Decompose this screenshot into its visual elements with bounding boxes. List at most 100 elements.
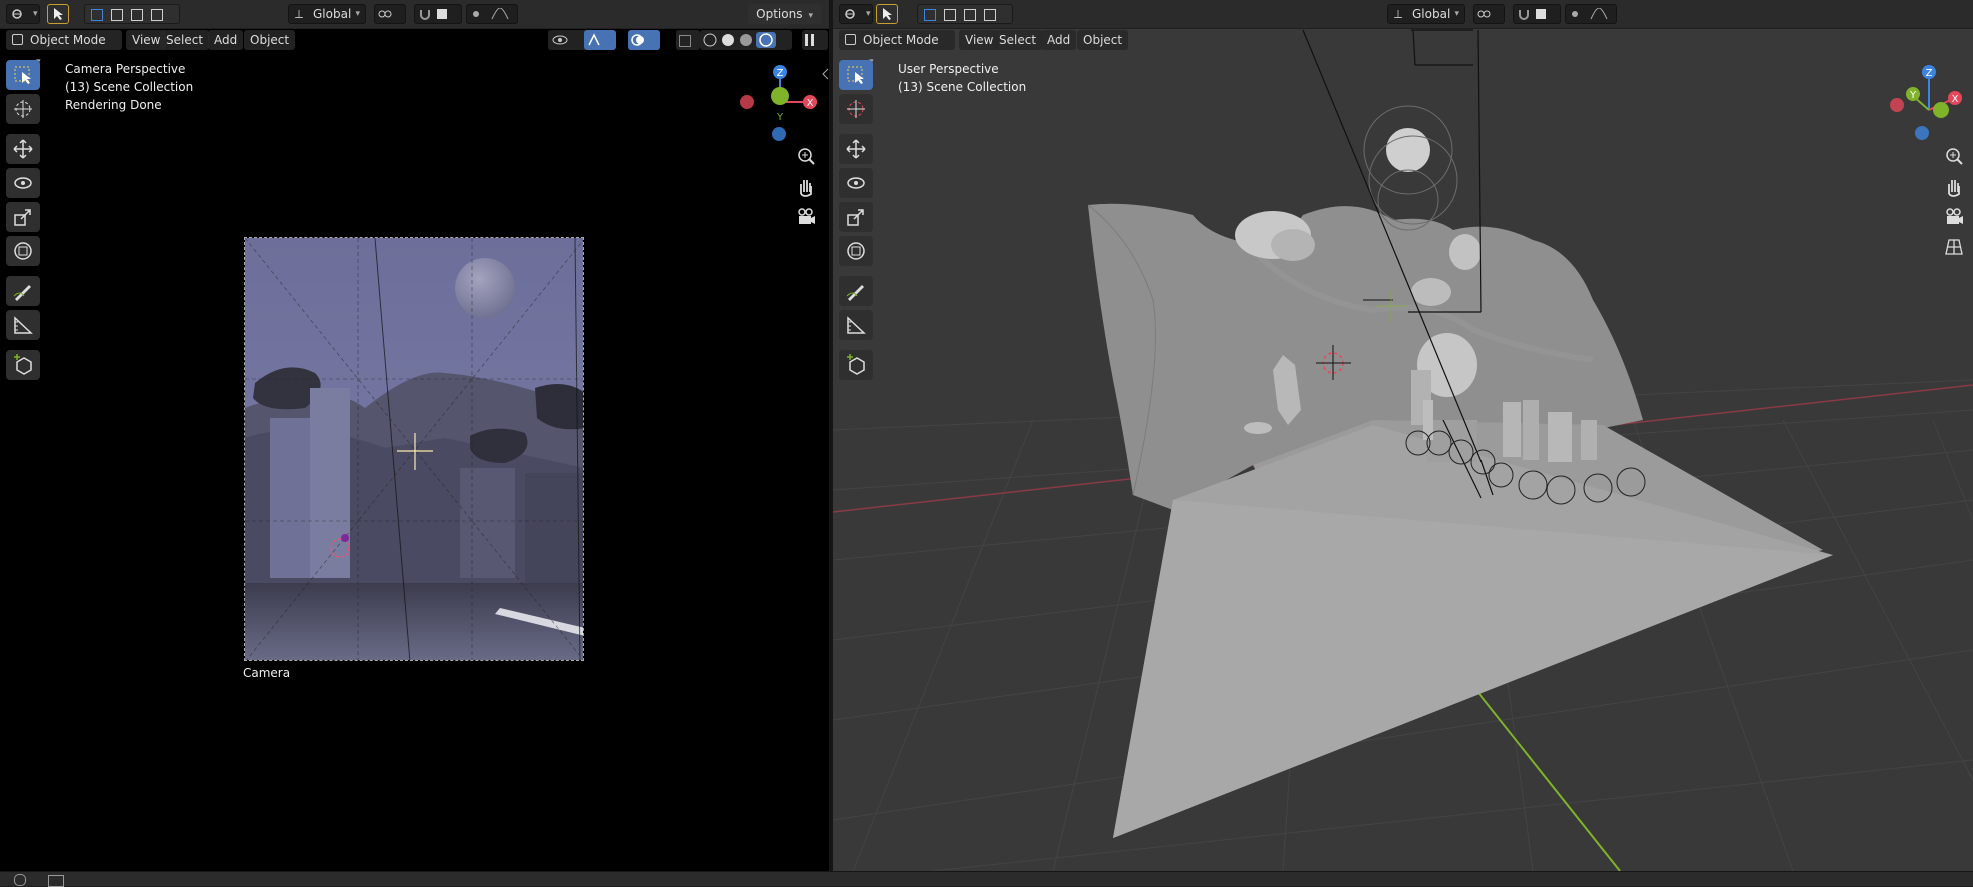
outliner-icon[interactable] <box>48 875 64 887</box>
add-menu[interactable]: Add <box>208 30 244 50</box>
select-tool-button[interactable] <box>47 4 69 24</box>
editor-type-button[interactable]: ▾ <box>6 4 40 24</box>
transform-tool[interactable] <box>839 236 873 266</box>
navigation-gizmo[interactable]: Z X Y <box>735 60 825 150</box>
shading-mode-group[interactable] <box>700 30 792 50</box>
right-viewport-info: User Perspective (13) Scene Collection <box>898 60 1026 96</box>
pause-render-button[interactable] <box>802 30 828 50</box>
scale-tool[interactable] <box>6 202 40 232</box>
right-tool-header: ▾ ⟂ Global ▾ <box>833 0 1973 29</box>
pivot-point-dropdown[interactable] <box>374 4 406 24</box>
proportional-edit-dropdown[interactable] <box>1565 4 1617 24</box>
measure-icon <box>847 316 866 334</box>
left-viewport[interactable]: ▾ ⟂ Global ▾ Options ▾ Object Mode View … <box>0 0 829 871</box>
transform-icon <box>14 242 32 260</box>
measure-tool[interactable] <box>839 310 873 340</box>
hand-icon <box>1948 180 1960 197</box>
ortho-toggle-button[interactable] <box>1941 234 1967 260</box>
transform-icon <box>847 242 865 260</box>
select-invert-icon <box>151 9 163 21</box>
rotate-tool[interactable] <box>6 168 40 198</box>
object-menu[interactable]: Object <box>244 30 296 50</box>
editor-type-button[interactable]: ▾ <box>839 4 873 24</box>
move-icon <box>846 139 866 159</box>
zoom-button[interactable] <box>1941 144 1967 170</box>
zoom-button[interactable] <box>793 144 819 170</box>
proportional-edit-dropdown[interactable] <box>466 4 518 24</box>
snap-dropdown[interactable] <box>414 4 462 24</box>
render-status-label: Rendering Done <box>65 98 162 112</box>
select-subtract-icon <box>964 9 976 21</box>
falloff-icon <box>1590 8 1608 20</box>
select-box-tool[interactable] <box>6 60 40 90</box>
snap-target-icon <box>1536 9 1546 19</box>
select-new-icon <box>91 9 103 21</box>
add-menu[interactable]: Add <box>1041 30 1077 50</box>
pause-icon <box>805 34 814 46</box>
scale-tool[interactable] <box>839 202 873 232</box>
annotate-tool[interactable] <box>6 276 40 306</box>
options-dropdown[interactable]: Options ▾ <box>748 4 821 24</box>
snap-dropdown[interactable] <box>1513 4 1561 24</box>
magnet-icon <box>1519 10 1529 20</box>
move-tool[interactable] <box>839 134 873 164</box>
left-tool-header: ▾ ⟂ Global ▾ Options ▾ <box>0 0 829 29</box>
neg-x-axis-icon <box>740 95 754 109</box>
right-viewport[interactable]: ▾ ⟂ Global ▾ Object Mode View Select Add… <box>833 0 1973 871</box>
camera-render-frame <box>244 237 584 661</box>
gizmo-toggle[interactable] <box>584 30 616 50</box>
camera-view-button[interactable] <box>793 204 819 230</box>
add-cube-tool[interactable] <box>6 350 40 380</box>
measure-tool[interactable] <box>6 310 40 340</box>
x-axis-label: X <box>1952 94 1959 105</box>
options-label: Options <box>756 7 803 21</box>
object-mode-icon <box>12 34 23 45</box>
pivot-point-dropdown[interactable] <box>1473 4 1505 24</box>
measure-icon <box>14 316 33 334</box>
selection-mode-group[interactable] <box>84 4 180 24</box>
pan-button[interactable] <box>793 174 819 200</box>
cursor-tool[interactable] <box>6 94 40 124</box>
visibility-dropdown[interactable] <box>548 30 588 50</box>
cursor-tool[interactable] <box>839 94 873 124</box>
add-cube-tool[interactable] <box>839 350 873 380</box>
left-view-header: Object Mode▾ View Select Add Object <box>0 28 829 67</box>
rotate-icon <box>14 177 32 189</box>
object-mode-dropdown[interactable]: Object Mode▾ <box>6 30 122 67</box>
right-view-header: Object Mode▾ View Select Add Object <box>833 28 1973 67</box>
arrow-cursor-icon <box>54 8 63 20</box>
selection-mode-group[interactable] <box>917 4 1013 24</box>
object-mode-icon <box>845 34 856 45</box>
scale-icon <box>14 209 31 226</box>
overlay-toggle[interactable] <box>628 30 660 50</box>
transform-orientation-dropdown[interactable]: ⟂ Global ▾ <box>1387 4 1465 24</box>
snap-target-icon <box>437 9 447 19</box>
select-menu[interactable]: Select <box>993 30 1043 50</box>
transform-orientation-label: Global <box>1412 7 1451 21</box>
zoom-icon <box>798 148 815 165</box>
move-tool[interactable] <box>6 134 40 164</box>
y-axis-icon <box>771 87 789 105</box>
pan-button[interactable] <box>1941 174 1967 200</box>
collapse-sidebar-icon[interactable] <box>822 68 829 80</box>
z-axis-label: Z <box>777 68 784 79</box>
transform-tool[interactable] <box>6 236 40 266</box>
camera-view-button[interactable] <box>1941 204 1967 230</box>
select-box-tool[interactable] <box>839 60 873 90</box>
y-axis-label: Y <box>776 112 784 123</box>
status-icon <box>14 874 26 886</box>
annotate-tool[interactable] <box>839 276 873 306</box>
xray-toggle[interactable] <box>676 30 700 50</box>
annotate-icon <box>846 285 864 301</box>
eye-icon <box>552 35 568 45</box>
transform-orientation-dropdown[interactable]: ⟂ Global ▾ <box>288 4 366 24</box>
right-nav-buttons <box>1941 144 1967 264</box>
navigation-gizmo[interactable]: Z X Y <box>1883 60 1973 150</box>
select-menu[interactable]: Select <box>160 30 210 50</box>
scene-3d-view <box>833 29 1973 871</box>
object-mode-dropdown[interactable]: Object Mode▾ <box>839 30 955 67</box>
select-tool-button[interactable] <box>876 4 898 24</box>
rotate-tool[interactable] <box>839 168 873 198</box>
shading-icons <box>703 32 776 48</box>
object-menu[interactable]: Object <box>1077 30 1129 50</box>
